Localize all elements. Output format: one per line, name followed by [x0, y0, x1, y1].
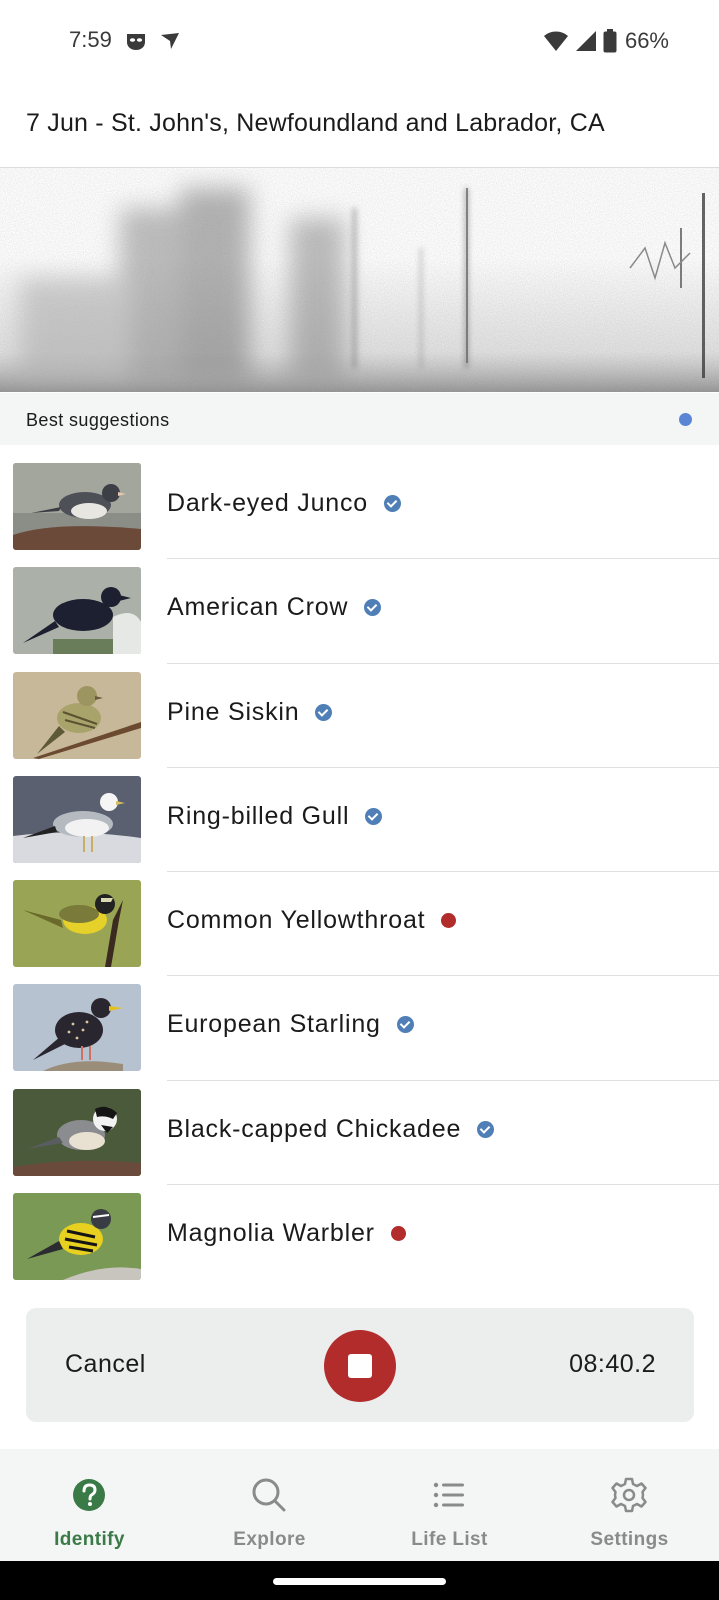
stop-recording-button[interactable]: [324, 1330, 396, 1402]
suggestions-label: Best suggestions: [26, 410, 170, 430]
species-name: European Starling: [167, 1010, 414, 1039]
rare-species-dot-icon: [441, 913, 457, 929]
search-icon: [252, 1478, 286, 1512]
species-name-text: American Crow: [167, 593, 349, 622]
species-thumbnail: [13, 880, 141, 968]
recording-timer: 08:40.2: [569, 1350, 656, 1378]
species-row-black-capped-chickadee[interactable]: Black-capped Chickadee: [0, 1081, 719, 1186]
status-icons: 66%: [543, 27, 669, 55]
status-bar: 7:59 66%: [0, 0, 719, 82]
species-row-dark-eyed-junco[interactable]: Dark-eyed Junco: [0, 455, 719, 560]
species-name-text: Dark-eyed Junco: [167, 489, 368, 517]
nav-life-list[interactable]: Life List: [360, 1449, 539, 1561]
list-icon: [433, 1482, 464, 1508]
verified-check-icon: [365, 807, 383, 825]
home-gesture-handle[interactable]: [273, 1578, 446, 1585]
species-row-ring-billed-gull[interactable]: Ring-billed Gull: [0, 768, 719, 873]
status-time: 7:59: [69, 27, 112, 52]
verified-check-icon: [383, 495, 401, 512]
species-name-text: Black-capped Chickadee: [167, 1114, 462, 1143]
species-row-magnolia-warbler[interactable]: Magnolia Warbler: [0, 1185, 719, 1289]
species-row-american-crow[interactable]: American Crow: [0, 559, 719, 664]
incognito-mask-icon: [127, 34, 145, 50]
nav-identify[interactable]: Identify: [0, 1449, 179, 1561]
species-name-text: Pine Siskin: [167, 697, 300, 726]
species-name: Pine Siskin: [167, 697, 333, 727]
species-row-european-starling[interactable]: European Starling: [0, 976, 719, 1081]
nav-label: Settings: [590, 1529, 669, 1550]
species-name: Dark-eyed Junco: [167, 489, 401, 518]
species-name: Ring-billed Gull: [167, 801, 383, 831]
gear-icon: [611, 1477, 647, 1513]
bottom-navigation: Identify Explore Life List Settings: [0, 1449, 719, 1561]
verified-check-icon: [477, 1120, 495, 1138]
species-thumbnail: [13, 775, 141, 863]
species-name: Magnolia Warbler: [167, 1219, 406, 1248]
cell-signal-icon: [575, 31, 596, 51]
species-name: Common Yellowthroat: [167, 906, 457, 935]
nav-label: Life List: [411, 1529, 488, 1550]
species-thumbnail: [13, 1088, 141, 1176]
cancel-button[interactable]: Cancel: [65, 1350, 146, 1379]
species-row-common-yellowthroat[interactable]: Common Yellowthroat: [0, 872, 719, 977]
species-name: Black-capped Chickadee: [167, 1114, 495, 1144]
species-list: Dark-eyed Junco American Crow Pine Siski…: [0, 455, 719, 1289]
suggestions-header: Best suggestions: [0, 393, 719, 445]
verified-check-icon: [315, 703, 333, 721]
recording-controls: Cancel 08:40.2: [26, 1308, 694, 1422]
rare-species-dot-icon: [390, 1226, 406, 1242]
species-thumbnail: [13, 671, 141, 759]
species-name-text: European Starling: [167, 1010, 381, 1039]
verified-check-icon: [396, 1016, 414, 1034]
species-thumbnail: [13, 984, 141, 1072]
battery-percent: 66%: [624, 28, 669, 53]
battery-icon: [603, 29, 617, 53]
question-circle-icon: [73, 1479, 105, 1511]
nav-settings[interactable]: Settings: [540, 1449, 719, 1561]
species-name-text: Ring-billed Gull: [167, 801, 350, 830]
recording-header: 7 Jun - St. John's, Newfoundland and Lab…: [0, 82, 719, 168]
navigation-arrow-icon: [161, 33, 179, 49]
spectrogram[interactable]: [0, 168, 719, 392]
wifi-icon: [543, 31, 568, 51]
species-thumbnail: [13, 1193, 141, 1281]
species-thumbnail: [13, 463, 141, 550]
stop-icon: [348, 1354, 372, 1378]
nav-label: Explore: [233, 1529, 306, 1550]
nav-explore[interactable]: Explore: [180, 1449, 359, 1561]
listening-indicator-dot: [679, 413, 692, 426]
spectrogram-graphic: [0, 168, 719, 392]
page-title: 7 Jun - St. John's, Newfoundland and Lab…: [26, 109, 605, 137]
system-gesture-area: [0, 1561, 719, 1600]
nav-label: Identify: [54, 1529, 125, 1550]
species-name-text: Magnolia Warbler: [167, 1219, 375, 1248]
species-name: American Crow: [167, 593, 382, 622]
species-thumbnail: [13, 567, 141, 655]
species-row-pine-siskin[interactable]: Pine Siskin: [0, 664, 719, 768]
species-name-text: Common Yellowthroat: [167, 906, 426, 935]
verified-check-icon: [364, 599, 382, 617]
